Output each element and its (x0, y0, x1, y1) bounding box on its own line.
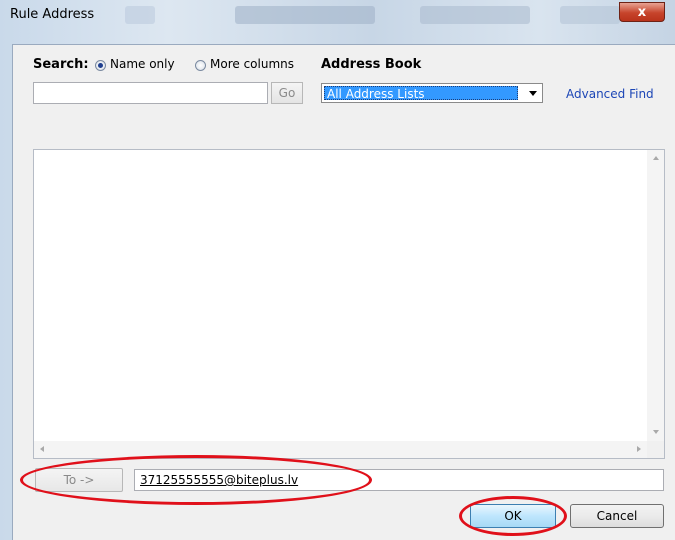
dropdown-arrow-icon[interactable] (529, 91, 537, 96)
more-columns-radio[interactable] (195, 60, 206, 71)
search-label: Search: (33, 57, 89, 72)
blurred-background (560, 6, 620, 24)
scroll-right-icon[interactable] (637, 446, 641, 452)
dialog-window: Rule Address x Search: Name only More co… (0, 0, 675, 540)
address-book-select[interactable]: All Address Lists (321, 83, 543, 103)
horizontal-scrollbar[interactable] (34, 441, 647, 458)
vertical-scrollbar[interactable] (647, 150, 664, 441)
name-only-label[interactable]: Name only (110, 57, 175, 71)
blurred-background (125, 6, 155, 24)
ok-button[interactable]: OK (470, 504, 556, 528)
to-address-value: 37125555555@biteplus.lv (140, 473, 299, 487)
close-button[interactable]: x (619, 2, 665, 22)
name-only-radio[interactable] (95, 60, 106, 71)
address-book-label: Address Book (321, 57, 422, 72)
more-columns-label[interactable]: More columns (210, 57, 294, 71)
blurred-background (420, 6, 530, 24)
scroll-down-icon[interactable] (653, 430, 659, 434)
go-button[interactable]: Go (271, 82, 303, 104)
address-book-selected-value: All Address Lists (324, 86, 518, 101)
scroll-up-icon[interactable] (653, 156, 659, 160)
window-title: Rule Address (10, 7, 95, 22)
address-results-list[interactable] (33, 149, 665, 459)
scroll-left-icon[interactable] (40, 446, 44, 452)
close-icon: x (637, 5, 647, 20)
to-field[interactable]: 37125555555@biteplus.lv (134, 469, 664, 491)
cancel-button[interactable]: Cancel (570, 504, 664, 528)
scrollbar-corner (647, 441, 664, 458)
dialog-body: Search: Name only More columns Address B… (12, 44, 675, 540)
advanced-find-link[interactable]: Advanced Find (566, 87, 654, 101)
to-button[interactable]: To -> (35, 468, 123, 492)
search-input[interactable] (33, 82, 268, 104)
blurred-background (235, 6, 375, 24)
title-bar[interactable]: Rule Address x (0, 0, 675, 30)
